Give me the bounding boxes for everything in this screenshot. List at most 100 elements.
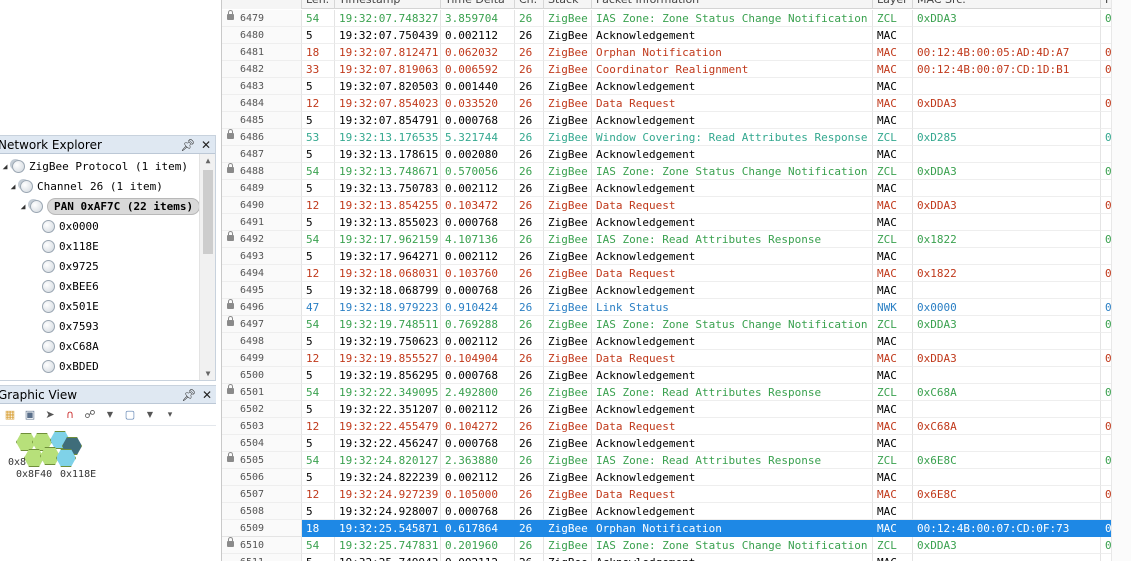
- scroll-up-icon[interactable]: ▲: [200, 156, 215, 165]
- tree-item-node[interactable]: 0xC68A: [40, 336, 99, 356]
- table-row[interactable]: 6486 53 19:32:13.176535 5.321744 26 ZigBee Win…: [222, 129, 1131, 146]
- tree-item-node[interactable]: 0x7593: [40, 316, 99, 336]
- packet-time-delta: 0.105000: [441, 486, 515, 503]
- tree-item-node[interactable]: 0xBDED: [40, 356, 99, 376]
- tree-item-pan[interactable]: ◢ PAN 0xAF7C (22 items): [18, 196, 201, 216]
- packet-mac-src: [913, 469, 1101, 486]
- table-row[interactable]: 6507 12 19:32:24.927239 0.105000 26 ZigBee Dat…: [222, 486, 1131, 503]
- table-row[interactable]: 6510 54 19:32:25.747831 0.201960 26 ZigBee IAS…: [222, 537, 1131, 554]
- tree-item-node[interactable]: 0xBEE6: [40, 276, 99, 296]
- view-icon[interactable]: ▢: [122, 407, 138, 423]
- table-row[interactable]: 6496 47 19:32:18.979223 0.910424 26 ZigBee Lin…: [222, 299, 1131, 316]
- table-row[interactable]: 6503 12 19:32:22.455479 0.104272 26 ZigBee Dat…: [222, 418, 1131, 435]
- column-header-length[interactable]: Len.: [302, 0, 335, 9]
- packet-information: Acknowledgement: [592, 112, 873, 129]
- packet-timestamp: 19:32:13.750783: [335, 180, 441, 197]
- column-header-packet-information[interactable]: Packet Information: [592, 0, 873, 9]
- table-row[interactable]: 6482 33 19:32:07.819063 0.006592 26 ZigBee Coo…: [222, 61, 1131, 78]
- column-header-index[interactable]: [222, 0, 302, 9]
- packet-mac-src: 00:12:4B:00:07:CD:1D:B1: [913, 61, 1101, 78]
- packet-stack: ZigBee: [544, 197, 592, 214]
- table-row[interactable]: 6492 54 19:32:17.962159 4.107136 26 ZigBee IAS…: [222, 231, 1131, 248]
- network-explorer-panel: Network Explorer 📌︎ ✕ ◢ ZigBee Protocol …: [0, 135, 216, 381]
- pin-icon[interactable]: 📌︎: [179, 138, 197, 152]
- save-icon[interactable]: ▣: [22, 407, 38, 423]
- close-icon[interactable]: ✕: [197, 138, 215, 152]
- lock-icon: [227, 384, 234, 394]
- table-row[interactable]: 6502 5 19:32:22.351207 0.002112 26 ZigBee Ackn…: [222, 401, 1131, 418]
- table-row[interactable]: 6488 54 19:32:13.748671 0.570056 26 ZigBee IAS…: [222, 163, 1131, 180]
- packet-index: 6498: [222, 333, 302, 350]
- table-row[interactable]: 6487 5 19:32:13.178615 0.002080 26 ZigBee Ackn…: [222, 146, 1131, 163]
- table-row[interactable]: 6498 5 19:32:19.750623 0.002112 26 ZigBee Ackn…: [222, 333, 1131, 350]
- column-header-layer[interactable]: Layer: [873, 0, 913, 9]
- tree-item-node[interactable]: 0x501E: [40, 296, 99, 316]
- table-row[interactable]: 6508 5 19:32:24.928007 0.000768 26 ZigBee Ackn…: [222, 503, 1131, 520]
- tree-item-protocol[interactable]: ◢ ZigBee Protocol (1 item): [0, 156, 188, 176]
- column-header-channel[interactable]: Ch.: [515, 0, 544, 9]
- table-row[interactable]: 6505 54 19:32:24.820127 2.363880 26 ZigBee IAS…: [222, 452, 1131, 469]
- tree-label-node: 0x7593: [59, 319, 99, 333]
- packet-mac-src: 0xC68A: [913, 384, 1101, 401]
- table-row[interactable]: 6489 5 19:32:13.750783 0.002112 26 ZigBee Ackn…: [222, 180, 1131, 197]
- tree-item-node[interactable]: 0x9725: [40, 256, 99, 276]
- table-row[interactable]: 6497 54 19:32:19.748511 0.769288 26 ZigBee IAS…: [222, 316, 1131, 333]
- packet-time-delta: 4.107136: [441, 231, 515, 248]
- table-row[interactable]: 6495 5 19:32:18.068799 0.000768 26 ZigBee Ackn…: [222, 282, 1131, 299]
- packet-mac-src: [913, 248, 1101, 265]
- packet-stack: ZigBee: [544, 10, 592, 27]
- network-graph[interactable]: 0x8 0x8F40 0x118E: [8, 431, 120, 491]
- table-scrollbar[interactable]: [1111, 0, 1131, 561]
- column-header-stack[interactable]: Stack: [544, 0, 592, 9]
- table-row[interactable]: 6485 5 19:32:07.854791 0.000768 26 ZigBee Ackn…: [222, 112, 1131, 129]
- scroll-down-icon[interactable]: ▼: [200, 369, 215, 378]
- layout-icon[interactable]: ☍: [82, 407, 98, 423]
- table-row[interactable]: 6479 54 19:32:07.748327 3.859704 26 ZigBee IAS…: [222, 10, 1131, 27]
- column-header-time-delta[interactable]: Time Delta: [441, 0, 515, 9]
- layout-dropdown-icon[interactable]: ▼: [102, 407, 118, 423]
- tree-scrollbar[interactable]: ▲ ▼: [199, 154, 215, 380]
- scroll-thumb[interactable]: [203, 170, 213, 254]
- table-row[interactable]: 6511 519:32:25.7499430.00211226ZigBeeAckn…: [222, 554, 1131, 561]
- packet-stack: ZigBee: [544, 282, 592, 299]
- pin-icon[interactable]: 📌︎: [180, 388, 198, 402]
- table-row[interactable]: 6493 5 19:32:17.964271 0.002112 26 ZigBee Ackn…: [222, 248, 1131, 265]
- tree-item-node[interactable]: 0x118E: [40, 236, 99, 256]
- table-row[interactable]: 6504 5 19:32:22.456247 0.000768 26 ZigBee Ackn…: [222, 435, 1131, 452]
- table-row[interactable]: 6480 5 19:32:07.750439 0.002112 26 ZigBee Ackn…: [222, 27, 1131, 44]
- table-row[interactable]: 6506 5 19:32:24.822239 0.002112 26 ZigBee Ackn…: [222, 469, 1131, 486]
- table-row[interactable]: 6509 18 19:32:25.545871 0.617864 26 ZigBee Orp…: [222, 520, 1131, 537]
- table-row[interactable]: 6501 54 19:32:22.349095 2.492800 26 ZigBee IAS…: [222, 384, 1131, 401]
- table-row[interactable]: 6491 5 19:32:13.855023 0.000768 26 ZigBee Ackn…: [222, 214, 1131, 231]
- column-header-mac-src[interactable]: MAC Src.: [913, 0, 1101, 9]
- close-icon[interactable]: ✕: [198, 388, 216, 402]
- table-row[interactable]: 6499 12 19:32:19.855527 0.104904 26 ZigBee Dat…: [222, 350, 1131, 367]
- column-header-timestamp[interactable]: Timestamp: [335, 0, 441, 9]
- packet-time-delta: 0.033520: [441, 95, 515, 112]
- packet-information: Acknowledgement: [592, 180, 873, 197]
- packet-mac-src: 00:12:4B:00:05:AD:4D:A7: [913, 44, 1101, 61]
- pointer-icon[interactable]: ➤: [42, 407, 58, 423]
- table-row[interactable]: 6483 5 19:32:07.820503 0.001440 26 ZigBee Ackn…: [222, 78, 1131, 95]
- magnet-icon[interactable]: ∩: [62, 407, 78, 423]
- collapse-arrow-icon[interactable]: ◢: [0, 162, 10, 171]
- packet-channel: 26: [515, 248, 544, 265]
- packet-layer: MAC: [873, 214, 913, 231]
- table-row[interactable]: 6490 12 19:32:13.854255 0.103472 26 ZigBee Dat…: [222, 197, 1131, 214]
- table-row[interactable]: 6481 18 19:32:07.812471 0.062032 26 ZigBee Orp…: [222, 44, 1131, 61]
- table-row[interactable]: 6500 5 19:32:19.856295 0.000768 26 ZigBee Ackn…: [222, 367, 1131, 384]
- graph-node[interactable]: [24, 449, 44, 467]
- tree-item-channel[interactable]: ◢ Channel 26 (1 item): [8, 176, 163, 196]
- view-dropdown-icon[interactable]: ▼: [142, 407, 158, 423]
- packet-timestamp: 19:32:07.820503: [335, 78, 441, 95]
- packet-layer: MAC: [873, 180, 913, 197]
- table-row[interactable]: 6484 12 19:32:07.854023 0.033520 26 ZigBee Dat…: [222, 95, 1131, 112]
- collapse-arrow-icon[interactable]: ◢: [8, 182, 18, 191]
- table-row[interactable]: 6494 12 19:32:18.068031 0.103760 26 ZigBee Dat…: [222, 265, 1131, 282]
- overflow-icon[interactable]: ▾: [162, 407, 178, 423]
- protocol-icon: [12, 159, 25, 173]
- open-folder-icon[interactable]: ▦: [2, 407, 18, 423]
- packet-timestamp: 19:32:17.962159: [335, 231, 441, 248]
- collapse-arrow-icon[interactable]: ◢: [18, 202, 28, 211]
- tree-item-node[interactable]: 0x0000: [40, 216, 99, 236]
